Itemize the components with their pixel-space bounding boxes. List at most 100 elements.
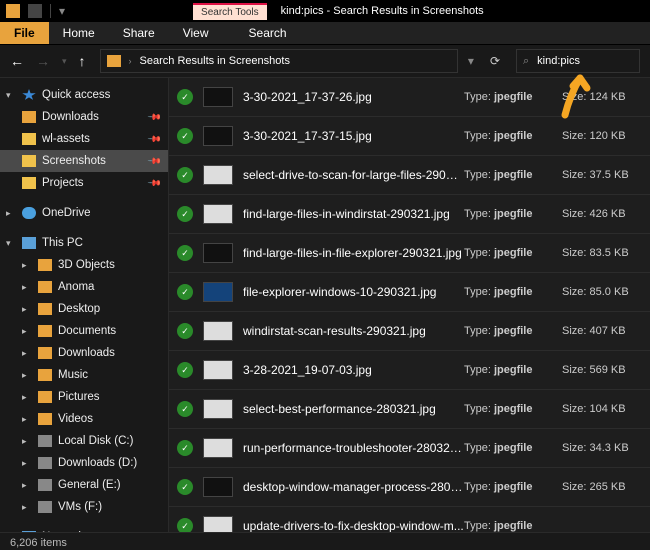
folder-icon: [38, 259, 52, 271]
file-size: Size: 85.0 KB: [554, 286, 642, 298]
pin-icon: 📌: [147, 153, 163, 169]
file-size: Size: 407 KB: [554, 325, 642, 337]
up-button[interactable]: ↑: [79, 53, 86, 69]
cloud-icon: [22, 207, 36, 219]
refresh-button[interactable]: ⟳: [484, 54, 506, 68]
tree-onedrive[interactable]: ▸OneDrive: [0, 202, 168, 224]
file-row[interactable]: ✓ run-performance-troubleshooter-280321.j…: [169, 429, 650, 468]
sync-status-icon: ✓: [177, 440, 193, 456]
folder-icon: [38, 435, 52, 447]
sync-status-icon: ✓: [177, 284, 193, 300]
tree-item-selected[interactable]: Screenshots📌: [0, 150, 168, 172]
folder-icon: [22, 111, 36, 123]
tree-item[interactable]: ▸Pictures: [0, 386, 168, 408]
tree-item[interactable]: ▸3D Objects: [0, 254, 168, 276]
folder-icon: [38, 391, 52, 403]
tree-item[interactable]: ▸Documents: [0, 320, 168, 342]
file-type: Type: jpegfile: [464, 208, 554, 220]
folder-icon: [38, 413, 52, 425]
file-name: run-performance-troubleshooter-280321.j.…: [243, 441, 464, 455]
menu-file[interactable]: File: [0, 22, 49, 44]
file-row[interactable]: ✓3-28-2021_19-07-03.jpgType: jpegfileSiz…: [169, 351, 650, 390]
path-dropdown[interactable]: ▾: [468, 54, 474, 68]
pc-icon: [22, 237, 36, 249]
menu-view[interactable]: View: [169, 22, 223, 44]
file-row[interactable]: ✓windirstat-scan-results-290321.jpgType:…: [169, 312, 650, 351]
sync-status-icon: ✓: [177, 245, 193, 261]
folder-icon: [38, 457, 52, 469]
sync-status-icon: ✓: [177, 206, 193, 222]
tree-item[interactable]: wl-assets📌: [0, 128, 168, 150]
tree-quick-access[interactable]: ▾Quick access: [0, 84, 168, 106]
file-row[interactable]: ✓select-drive-to-scan-for-large-files-29…: [169, 156, 650, 195]
file-size: Size: 569 KB: [554, 364, 642, 376]
file-name: desktop-window-manager-process-28031...: [243, 480, 464, 494]
tree-item[interactable]: ▸Anoma: [0, 276, 168, 298]
folder-icon: [38, 369, 52, 381]
tree-item[interactable]: ▸Desktop: [0, 298, 168, 320]
tree-item[interactable]: Downloads📌: [0, 106, 168, 128]
menu-share[interactable]: Share: [109, 22, 169, 44]
forward-button[interactable]: →: [36, 53, 50, 69]
file-size: Size: 120 KB: [554, 130, 642, 142]
folder-icon: [38, 501, 52, 513]
file-type: Type: jpegfile: [464, 442, 554, 454]
sync-status-icon: ✓: [177, 401, 193, 417]
file-row[interactable]: ✓ file-explorer-windows-10-290321.jpgType…: [169, 273, 650, 312]
file-size: Size: 104 KB: [554, 403, 642, 415]
status-bar: 6,206 items: [0, 532, 650, 550]
menu-home[interactable]: Home: [49, 22, 109, 44]
thumbnail: [203, 243, 233, 263]
save-icon[interactable]: [28, 4, 42, 18]
tree-item[interactable]: ▸Videos: [0, 408, 168, 430]
file-name: 3-28-2021_19-07-03.jpg: [243, 363, 464, 377]
file-row[interactable]: ✓select-best-performance-280321.jpgType:…: [169, 390, 650, 429]
pin-icon: 📌: [147, 175, 163, 191]
tree-network[interactable]: ▸Network: [0, 526, 168, 532]
tree-item[interactable]: ▸General (E:): [0, 474, 168, 496]
file-name: 3-30-2021_17-37-15.jpg: [243, 129, 464, 143]
thumbnail: [203, 165, 233, 185]
search-input[interactable]: [535, 54, 619, 68]
file-type: Type: jpegfile: [464, 481, 554, 493]
file-name: select-drive-to-scan-for-large-files-290…: [243, 168, 464, 182]
file-name: update-drivers-to-fix-desktop-window-m..…: [243, 519, 464, 532]
file-type: Type: jpegfile: [464, 247, 554, 259]
history-dropdown[interactable]: ▾: [62, 56, 67, 67]
search-tools-tab[interactable]: Search Tools: [193, 3, 267, 20]
thumbnail: [203, 282, 233, 302]
file-list[interactable]: ✓3-30-2021_17-37-26.jpgType: jpegfileSiz…: [169, 78, 650, 532]
tree-item[interactable]: ▸VMs (F:): [0, 496, 168, 518]
file-row[interactable]: ✓3-30-2021_17-37-15.jpgType: jpegfileSiz…: [169, 117, 650, 156]
tree-this-pc[interactable]: ▾This PC: [0, 232, 168, 254]
thumbnail: [203, 87, 233, 107]
file-row[interactable]: ✓update-drivers-to-fix-desktop-window-m.…: [169, 507, 650, 532]
tree-item[interactable]: ▸Local Disk (C:): [0, 430, 168, 452]
file-type: Type: jpegfile: [464, 286, 554, 298]
sync-status-icon: ✓: [177, 479, 193, 495]
file-row[interactable]: ✓ desktop-window-manager-process-28031...…: [169, 468, 650, 507]
thumbnail: [203, 477, 233, 497]
file-name: file-explorer-windows-10-290321.jpg: [243, 285, 464, 299]
dropdown-icon[interactable]: ▾: [59, 4, 65, 18]
menu-search[interactable]: Search: [235, 22, 301, 44]
item-count: 6,206 items: [10, 537, 67, 549]
toolbar: ← → ▾ ↑ › Search Results in Screenshots …: [0, 44, 650, 78]
tree-item[interactable]: ▸Downloads: [0, 342, 168, 364]
file-type: Type: jpegfile: [464, 130, 554, 142]
folder-icon: [38, 303, 52, 315]
sync-status-icon: ✓: [177, 362, 193, 378]
file-row[interactable]: ✓find-large-files-in-file-explorer-29032…: [169, 234, 650, 273]
back-button[interactable]: ←: [10, 53, 24, 69]
folder-icon: [22, 133, 36, 145]
tree-item[interactable]: Projects📌: [0, 172, 168, 194]
search-box[interactable]: ⌕: [516, 49, 640, 73]
thumbnail: [203, 399, 233, 419]
tree-item[interactable]: ▸Music: [0, 364, 168, 386]
file-row[interactable]: ✓3-30-2021_17-37-26.jpgType: jpegfileSiz…: [169, 78, 650, 117]
file-type: Type: jpegfile: [464, 520, 554, 532]
breadcrumb[interactable]: › Search Results in Screenshots: [100, 49, 458, 73]
folder-icon: [38, 347, 52, 359]
tree-item[interactable]: ▸Downloads (D:): [0, 452, 168, 474]
file-row[interactable]: ✓find-large-files-in-windirstat-290321.j…: [169, 195, 650, 234]
